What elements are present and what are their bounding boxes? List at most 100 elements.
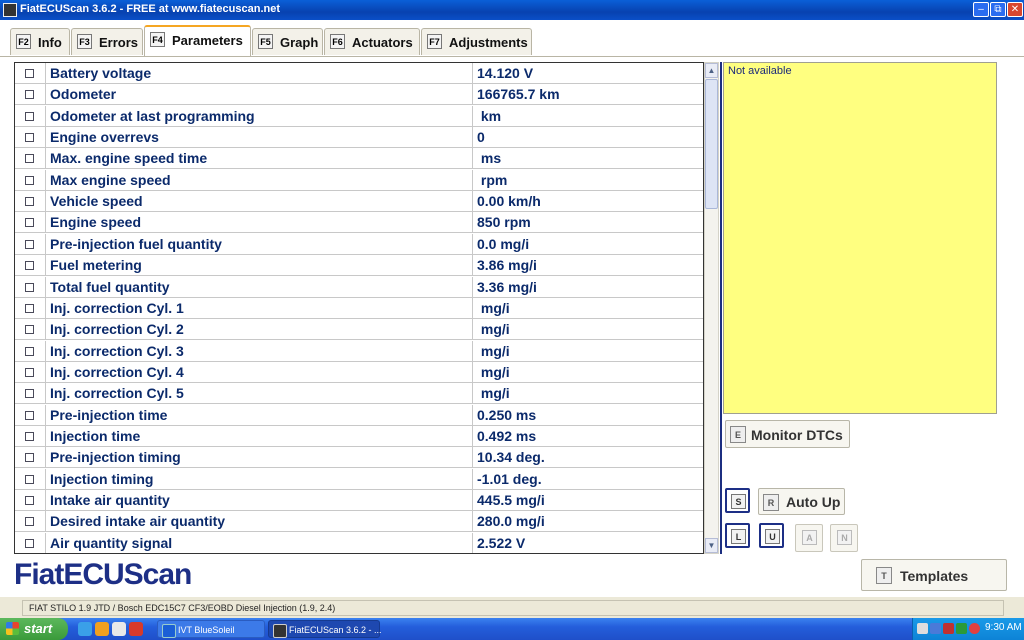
row-checkbox[interactable]: [25, 239, 34, 249]
row-checkbox[interactable]: [25, 410, 34, 420]
column-separator: [45, 212, 46, 234]
row-checkbox[interactable]: [25, 431, 34, 441]
tab-graph[interactable]: F5 Graph: [252, 28, 323, 55]
parameter-row[interactable]: Pre-injection time 0.250 ms: [15, 404, 703, 426]
minimize-button[interactable]: –: [973, 2, 989, 17]
tab-info[interactable]: F2 Info: [10, 28, 70, 55]
row-checkbox[interactable]: [25, 133, 34, 143]
parameter-name: Air quantity signal: [50, 534, 173, 551]
parameter-row[interactable]: Inj. correction Cyl. 3 mg/i: [15, 340, 703, 362]
u-button[interactable]: U: [759, 523, 784, 548]
tab-label: Graph: [280, 35, 319, 50]
parameter-row[interactable]: Odometer 166765.7 km: [15, 84, 703, 106]
tab-errors[interactable]: F3 Errors: [71, 28, 143, 55]
row-checkbox[interactable]: [25, 453, 34, 463]
tab-actuators[interactable]: F6 Actuators: [324, 28, 420, 55]
row-checkbox[interactable]: [25, 325, 34, 335]
row-checkbox[interactable]: [25, 517, 34, 527]
tab-key: F2: [16, 34, 31, 49]
monitor-dtcs-button[interactable]: E Monitor DTCs: [725, 420, 850, 448]
quicklaunch-app-icon[interactable]: [112, 622, 126, 636]
l-button[interactable]: L: [725, 523, 750, 548]
parameter-row[interactable]: Max. engine speed time ms: [15, 148, 703, 170]
parameter-row[interactable]: Vehicle speed 0.00 km/h: [15, 191, 703, 213]
restore-button[interactable]: ⧉: [990, 2, 1006, 17]
parameter-row[interactable]: Intake air quantity 445.5 mg/i: [15, 490, 703, 511]
column-separator: [45, 425, 46, 447]
parameter-name: Inj. correction Cyl. 3: [50, 342, 184, 359]
system-tray: 9:30 AM: [912, 618, 1024, 640]
row-checkbox[interactable]: [25, 538, 34, 548]
quicklaunch-opera-icon[interactable]: [129, 622, 143, 636]
tab-adjustments[interactable]: F7 Adjustments: [421, 28, 532, 55]
templates-button[interactable]: T Templates: [861, 559, 1007, 591]
column-separator: [472, 447, 473, 469]
row-checkbox[interactable]: [25, 496, 34, 505]
row-checkbox[interactable]: [25, 197, 34, 207]
task-bluesoleil[interactable]: IVT BlueSoleil: [157, 620, 265, 638]
parameter-row[interactable]: Engine overrevs 0: [15, 127, 703, 149]
row-checkbox[interactable]: [25, 111, 34, 121]
parameter-row[interactable]: Max engine speed rpm: [15, 169, 703, 191]
parameter-value: mg/i: [477, 342, 510, 359]
fiatecuscan-icon: [273, 624, 287, 638]
scroll-thumb[interactable]: [705, 79, 718, 209]
parameter-value: 166765.7 km: [477, 86, 560, 103]
row-checkbox[interactable]: [25, 261, 34, 271]
task-label: IVT BlueSoleil: [178, 625, 235, 635]
parameter-row[interactable]: Injection timing -1.01 deg.: [15, 468, 703, 490]
start-label: start: [24, 621, 53, 636]
parameter-row[interactable]: Odometer at last programming km: [15, 105, 703, 127]
parameter-value: km: [477, 107, 502, 124]
tray-arrow-icon[interactable]: [917, 623, 928, 634]
quicklaunch-browser-icon[interactable]: [78, 622, 92, 636]
tray-network-icon[interactable]: [930, 623, 941, 634]
parameter-row[interactable]: Inj. correction Cyl. 5 mg/i: [15, 383, 703, 405]
column-separator: [472, 340, 473, 362]
tray-alert-icon[interactable]: [969, 623, 980, 634]
row-checkbox[interactable]: [25, 69, 34, 78]
parameter-row[interactable]: Inj. correction Cyl. 1 mg/i: [15, 297, 703, 319]
parameter-row[interactable]: Inj. correction Cyl. 2 mg/i: [15, 319, 703, 341]
scroll-up-arrow-icon[interactable]: ▲: [705, 63, 718, 78]
key-hint: T: [876, 567, 892, 584]
parameter-row[interactable]: Air quantity signal 2.522 V: [15, 532, 703, 553]
start-button[interactable]: start: [0, 618, 68, 640]
parameter-row[interactable]: Inj. correction Cyl. 4 mg/i: [15, 361, 703, 383]
parameter-row[interactable]: Pre-injection fuel quantity 0.0 mg/i: [15, 233, 703, 255]
row-checkbox[interactable]: [25, 90, 34, 100]
row-checkbox[interactable]: [25, 346, 34, 356]
grid-scrollbar[interactable]: ▲ ▼: [704, 62, 719, 554]
row-checkbox[interactable]: [25, 474, 34, 484]
row-checkbox[interactable]: [25, 282, 34, 292]
tray-security-icon[interactable]: [943, 623, 954, 634]
parameter-row[interactable]: Desired intake air quantity 280.0 mg/i: [15, 511, 703, 533]
tab-key: F3: [77, 34, 92, 49]
row-checkbox[interactable]: [25, 218, 34, 228]
parameter-row[interactable]: Fuel metering 3.86 mg/i: [15, 255, 703, 277]
parameter-row[interactable]: Battery voltage 14.120 V: [15, 63, 703, 84]
close-button[interactable]: ✕: [1007, 2, 1023, 17]
s-button[interactable]: S: [725, 488, 750, 513]
row-checkbox[interactable]: [25, 367, 34, 377]
n-button[interactable]: N: [830, 524, 858, 552]
column-separator: [472, 127, 473, 149]
parameter-row[interactable]: Engine speed 850 rpm: [15, 212, 703, 234]
parameter-row[interactable]: Pre-injection timing 10.34 deg.: [15, 447, 703, 469]
auto-up-button[interactable]: R Auto Up: [758, 488, 845, 515]
tab-parameters[interactable]: F4 Parameters: [144, 25, 251, 57]
parameter-row[interactable]: Injection time 0.492 ms: [15, 425, 703, 447]
a-button[interactable]: A: [795, 524, 823, 552]
task-fiatecuscan[interactable]: FiatECUScan 3.6.2 - ...: [268, 620, 382, 638]
column-separator: [45, 490, 46, 511]
tray-shield-icon[interactable]: [956, 623, 967, 634]
row-checkbox[interactable]: [25, 154, 34, 164]
parameter-row[interactable]: Total fuel quantity 3.36 mg/i: [15, 276, 703, 298]
row-checkbox[interactable]: [25, 389, 34, 399]
tab-label: Actuators: [352, 35, 413, 50]
row-checkbox[interactable]: [25, 175, 34, 185]
row-checkbox[interactable]: [25, 303, 34, 313]
quicklaunch-media-icon[interactable]: [95, 622, 109, 636]
scroll-down-arrow-icon[interactable]: ▼: [705, 538, 718, 553]
tab-key: F5: [258, 34, 273, 49]
